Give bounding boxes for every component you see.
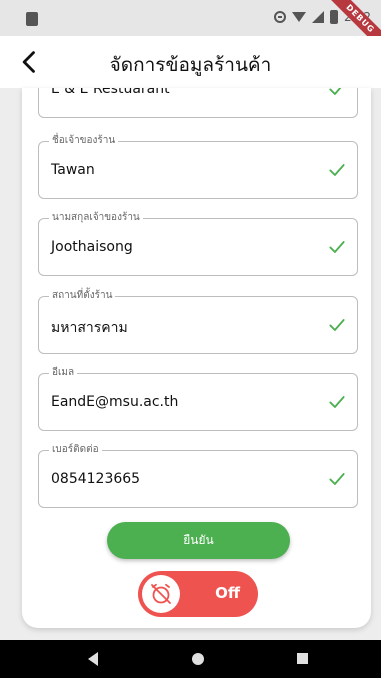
shop-form-card: E & E Restuarant ชื่อเจ้าของร้าน Tawan น… — [22, 88, 371, 628]
alarm-off-icon — [151, 583, 171, 604]
field-value: Joothaisong — [51, 239, 133, 255]
system-nav-bar — [0, 640, 381, 678]
battery-icon — [330, 10, 339, 24]
field-label: นามสกุลเจ้าของร้าน — [49, 210, 143, 225]
toggle-label: Off — [215, 584, 240, 602]
field-label: เบอร์ติดต่อ — [49, 442, 102, 457]
nav-back-icon[interactable] — [88, 652, 98, 666]
check-icon — [327, 237, 347, 257]
wifi-icon — [292, 12, 307, 22]
nav-recents-icon[interactable] — [297, 653, 308, 664]
page-title: จัดการข้อมูลร้านค้า — [109, 54, 272, 76]
check-icon — [327, 392, 347, 412]
field-value: มหาสารคาม — [51, 320, 128, 336]
field-label: อีเมล — [49, 365, 78, 380]
owner-last-name-field[interactable]: นามสกุลเจ้าของร้าน Joothaisong — [38, 210, 358, 276]
check-icon — [327, 160, 347, 180]
check-icon — [327, 315, 347, 335]
dnd-icon — [274, 11, 287, 23]
check-icon — [327, 88, 347, 99]
shop-location-field[interactable]: สถานที่ตั้งร้าน มหาสารคาม — [38, 288, 358, 354]
field-value: EandE@msu.ac.th — [51, 394, 179, 410]
shop-name-field[interactable]: E & E Restuarant — [38, 88, 358, 118]
open-close-toggle[interactable]: Off — [138, 571, 258, 617]
field-value: Tawan — [51, 162, 95, 178]
app-bar: จัดการข้อมูลร้านค้า — [0, 36, 381, 88]
toggle-knob — [142, 575, 180, 613]
field-value: E & E Restuarant — [51, 88, 170, 97]
email-field[interactable]: อีเมล EandE@msu.ac.th — [38, 365, 358, 431]
field-value: 0854123665 — [51, 471, 141, 487]
nav-home-icon[interactable] — [192, 653, 204, 665]
status-bar: 2:32 DEBUG — [0, 0, 381, 55]
signal-icon — [312, 11, 325, 23]
phone-field[interactable]: เบอร์ติดต่อ 0854123665 — [38, 442, 358, 508]
confirm-button[interactable]: ยืนยัน — [107, 522, 290, 559]
field-label: ชื่อเจ้าของร้าน — [49, 133, 119, 148]
owner-first-name-field[interactable]: ชื่อเจ้าของร้าน Tawan — [38, 133, 358, 199]
check-icon — [327, 469, 347, 489]
sim-card-icon — [26, 12, 38, 26]
field-label: สถานที่ตั้งร้าน — [49, 288, 116, 303]
